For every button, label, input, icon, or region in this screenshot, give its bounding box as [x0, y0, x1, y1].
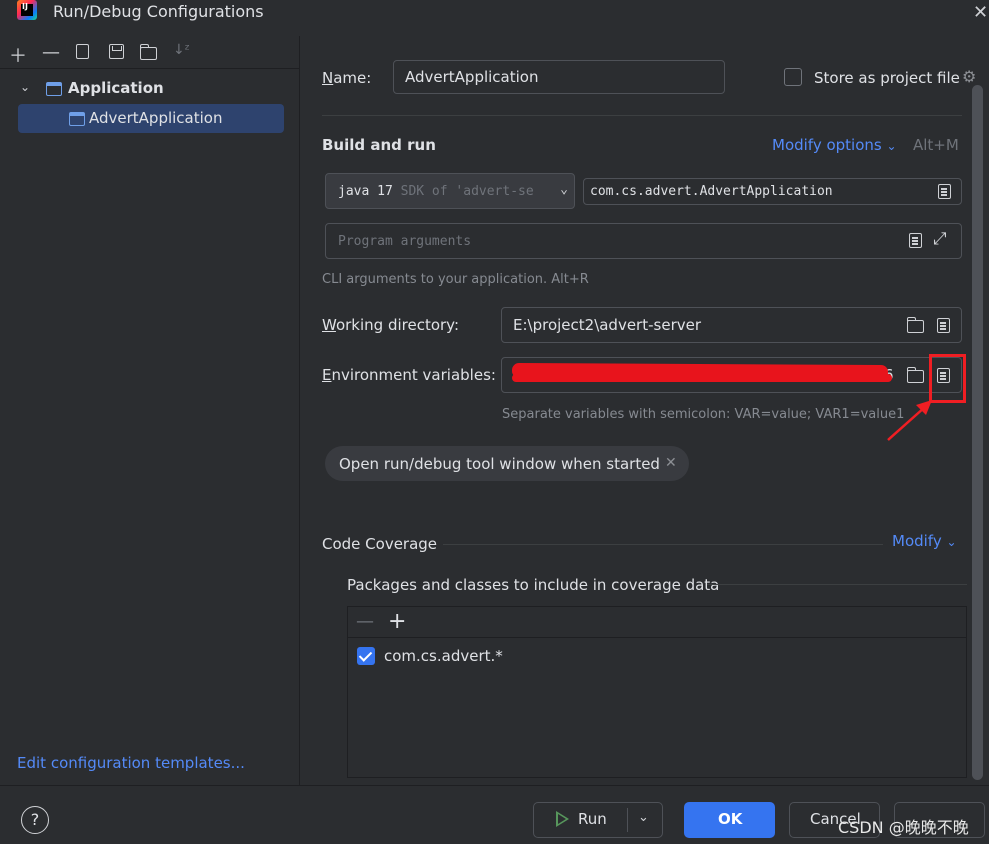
expand-text-icon[interactable] — [937, 318, 950, 333]
scrollbar[interactable] — [972, 85, 983, 780]
environment-variables-hint: Separate variables with semicolon: VAR=v… — [502, 407, 905, 422]
chevron-down-icon: ⌄ — [946, 535, 957, 549]
remove-icon[interactable]: — — [42, 42, 60, 63]
chevron-down-icon[interactable]: ⌄ — [20, 80, 30, 94]
add-icon[interactable]: ＋ — [9, 42, 27, 68]
working-directory-field[interactable]: E:\project2\advert-server — [501, 307, 962, 343]
application-icon — [46, 82, 62, 96]
run-icon — [556, 811, 569, 827]
name-label: Name: — [322, 69, 372, 87]
save-icon[interactable] — [109, 44, 124, 59]
modify-options-label: Modify options — [772, 136, 882, 154]
redaction-mark — [512, 374, 892, 382]
application-icon — [69, 112, 85, 126]
program-arguments-placeholder: Program arguments — [338, 234, 472, 249]
chevron-down-icon: ⌄ — [886, 139, 897, 153]
jdk-value: java 17 — [338, 184, 393, 199]
main-class-value: com.cs.advert.AdvertApplication — [590, 184, 833, 199]
expand-text-icon[interactable] — [938, 184, 951, 199]
gear-icon[interactable]: ⚙ — [962, 67, 976, 86]
open-tool-window-label: Open run/debug tool window when started — [339, 455, 660, 473]
folder-icon[interactable] — [906, 317, 924, 333]
toolbar-divider — [0, 68, 299, 69]
sort-icon[interactable]: ↓ᶻ — [173, 42, 190, 58]
coverage-modify-label: Modify — [892, 532, 942, 550]
ok-label: OK — [718, 810, 743, 828]
jdk-hint: SDK of 'advert-se — [400, 184, 534, 199]
working-directory-value: E:\project2\advert-server — [513, 316, 702, 334]
section-divider — [443, 544, 883, 545]
program-arguments-field[interactable]: Program arguments ⤢ — [325, 223, 962, 259]
edit-templates-link[interactable]: Edit configuration templates... — [17, 754, 245, 772]
run-label: Run — [578, 810, 607, 828]
main-class-field[interactable]: com.cs.advert.AdvertApplication — [583, 178, 962, 205]
configurations-sidebar — [0, 36, 300, 785]
modify-options-link[interactable]: Modify options ⌄ — [772, 136, 897, 154]
new-folder-icon[interactable] — [139, 44, 157, 60]
coverage-modify-link[interactable]: Modify ⌄ — [892, 532, 957, 550]
store-as-project-checkbox[interactable] — [784, 68, 802, 86]
annotation-arrow — [887, 400, 932, 441]
code-coverage-title: Code Coverage — [322, 535, 438, 553]
tree-group-application[interactable]: Application — [68, 79, 164, 97]
list-item[interactable]: com.cs.advert.* — [384, 647, 503, 665]
section-divider — [322, 115, 962, 116]
remove-icon[interactable]: — — [356, 611, 374, 632]
expand-text-icon[interactable] — [909, 233, 922, 248]
build-run-title: Build and run — [322, 136, 436, 154]
name-field[interactable]: AdvertApplication — [393, 60, 725, 94]
working-directory-label: Working directory: — [322, 316, 460, 334]
copy-icon[interactable] — [76, 44, 89, 59]
add-icon[interactable]: + — [388, 609, 406, 634]
cli-hint: CLI arguments to your application. Alt+R — [322, 272, 589, 287]
name-value: AdvertApplication — [405, 68, 539, 86]
folder-icon[interactable] — [906, 367, 924, 383]
help-icon[interactable]: ? — [21, 806, 49, 834]
logo-letter: IJ — [22, 2, 28, 11]
section-divider — [707, 584, 967, 585]
jdk-select[interactable]: java 17 SDK of 'advert-se ⌄ — [325, 173, 575, 209]
close-icon[interactable]: ✕ — [665, 455, 677, 471]
coverage-packages-label: Packages and classes to include in cover… — [347, 576, 720, 594]
list-toolbar-divider — [348, 637, 966, 638]
chevron-down-icon: ⌄ — [556, 182, 568, 197]
tree-item-advert-application[interactable]: AdvertApplication — [89, 109, 222, 127]
coverage-packages-list — [347, 606, 967, 778]
run-split-divider — [627, 808, 628, 832]
window-title: Run/Debug Configurations — [53, 2, 264, 21]
watermark: CSDN @晚晚不晚 — [838, 818, 969, 837]
environment-variables-label: Environment variables: — [322, 366, 496, 384]
modify-options-shortcut: Alt+M — [913, 136, 959, 154]
close-icon[interactable]: ✕ — [973, 2, 988, 23]
package-checkbox[interactable] — [357, 647, 375, 665]
intellij-idea-icon: IJ — [17, 0, 37, 20]
expand-icon[interactable]: ⤢ — [933, 229, 947, 249]
store-as-project-label[interactable]: Store as project file — [814, 69, 960, 87]
chevron-down-icon[interactable]: ⌄ — [638, 810, 649, 825]
